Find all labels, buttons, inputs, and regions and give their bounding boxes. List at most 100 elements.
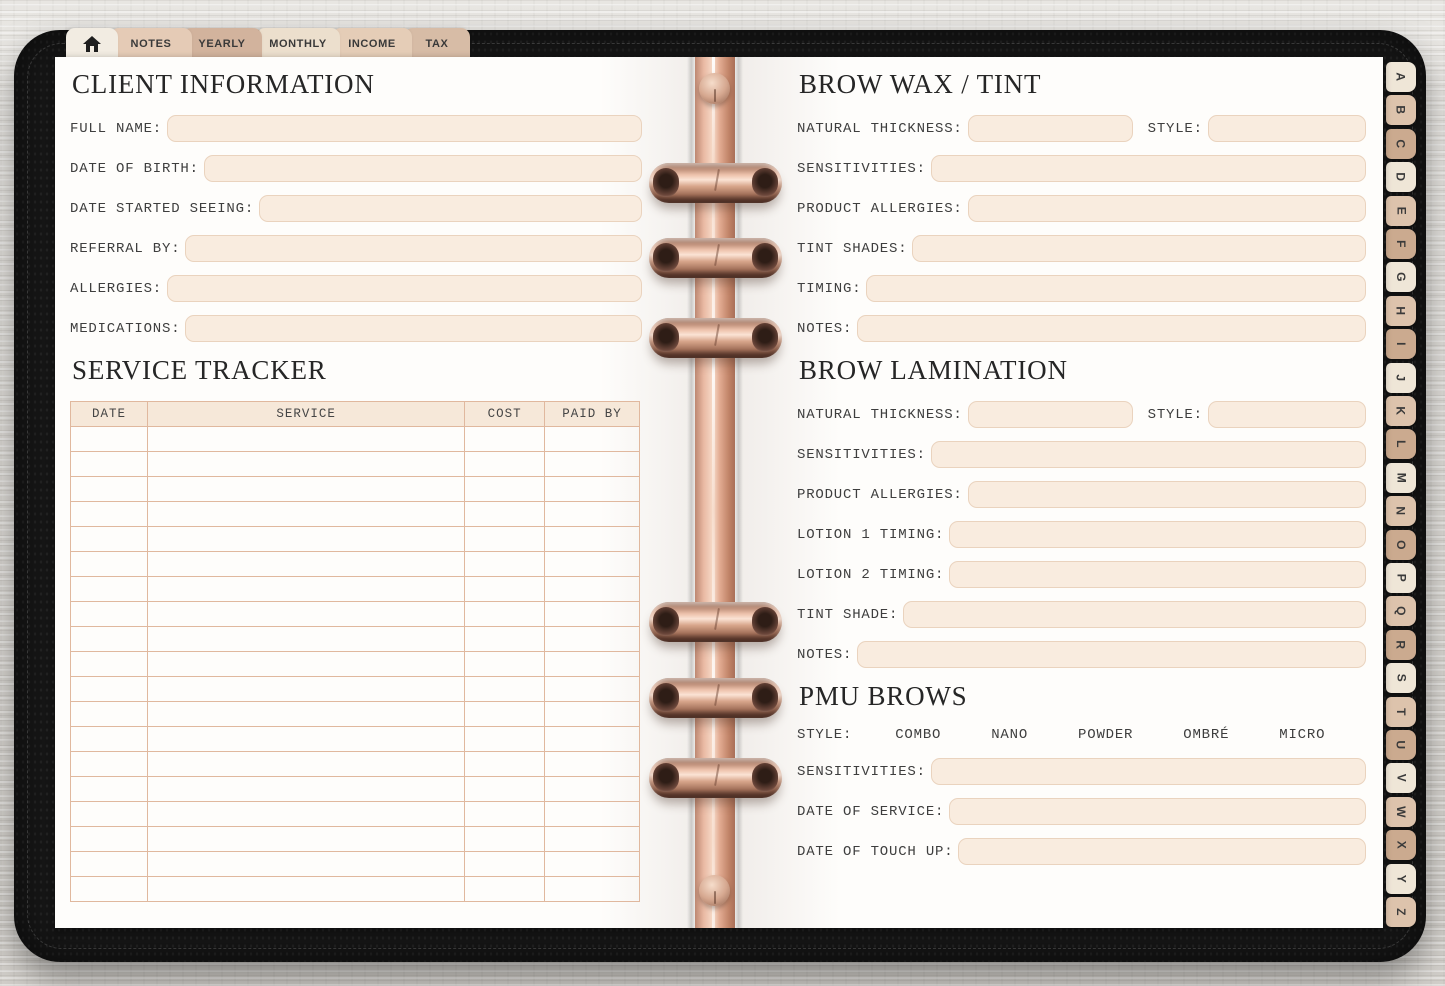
service-cell-service[interactable] (146, 426, 466, 453)
service-cell-paid-by[interactable] (544, 476, 640, 503)
allergies-input[interactable] (167, 275, 642, 303)
alpha-tab-m[interactable]: M (1386, 462, 1416, 493)
medications-input[interactable] (185, 315, 642, 343)
service-cell-service[interactable] (146, 451, 466, 478)
alpha-tab-n[interactable]: N (1386, 496, 1416, 527)
service-cell-cost[interactable] (464, 876, 546, 903)
service-cell-service[interactable] (146, 526, 466, 553)
service-cell-date[interactable] (70, 651, 148, 678)
service-cell-paid-by[interactable] (544, 826, 640, 853)
service-cell-cost[interactable] (464, 426, 546, 453)
notes-input[interactable] (857, 315, 1366, 343)
alpha-tab-s[interactable]: S (1386, 663, 1416, 694)
pmu-style-option-nano[interactable]: NANO (991, 727, 1028, 743)
service-cell-date[interactable] (70, 826, 148, 853)
service-cell-date[interactable] (70, 501, 148, 528)
service-cell-cost[interactable] (464, 501, 546, 528)
service-cell-service[interactable] (146, 776, 466, 803)
product-allergies-input[interactable] (967, 481, 1366, 509)
service-cell-date[interactable] (70, 851, 148, 878)
service-cell-service[interactable] (146, 626, 466, 653)
alpha-tab-k[interactable]: K (1386, 396, 1416, 426)
service-cell-cost[interactable] (464, 451, 546, 478)
service-cell-paid-by[interactable] (544, 676, 640, 703)
service-cell-service[interactable] (146, 501, 466, 528)
date-of-birth-input[interactable] (203, 155, 642, 183)
service-cell-cost[interactable] (464, 701, 546, 728)
alpha-tab-b[interactable]: B (1386, 95, 1416, 126)
service-cell-service[interactable] (146, 651, 466, 678)
referral-by-input[interactable] (185, 235, 642, 263)
style-input[interactable] (1207, 115, 1366, 143)
service-cell-service[interactable] (146, 676, 466, 703)
alpha-tab-o[interactable]: O (1386, 529, 1416, 560)
service-cell-date[interactable] (70, 751, 148, 778)
service-cell-cost[interactable] (464, 551, 546, 578)
service-cell-paid-by[interactable] (544, 726, 640, 753)
service-cell-paid-by[interactable] (544, 601, 640, 628)
alpha-tab-r[interactable]: R (1386, 629, 1416, 660)
service-cell-date[interactable] (70, 426, 148, 453)
service-cell-cost[interactable] (464, 851, 546, 878)
alpha-tab-q[interactable]: Q (1386, 596, 1416, 627)
lotion-1-timing-input[interactable] (949, 521, 1366, 549)
service-cell-cost[interactable] (464, 601, 546, 628)
alpha-tab-l[interactable]: L (1386, 429, 1416, 460)
service-cell-cost[interactable] (464, 726, 546, 753)
sensitivities-input[interactable] (930, 441, 1366, 469)
pmu-style-option-powder[interactable]: POWDER (1078, 727, 1133, 743)
service-cell-date[interactable] (70, 776, 148, 803)
alpha-tab-h[interactable]: H (1386, 295, 1416, 326)
service-cell-paid-by[interactable] (544, 576, 640, 603)
service-cell-paid-by[interactable] (544, 626, 640, 653)
pmu-style-option-micro[interactable]: MICRO (1279, 727, 1325, 743)
service-cell-service[interactable] (146, 801, 466, 828)
service-cell-paid-by[interactable] (544, 776, 640, 803)
service-cell-date[interactable] (70, 526, 148, 553)
tab-tax[interactable]: TAX (404, 28, 470, 60)
service-cell-date[interactable] (70, 626, 148, 653)
service-cell-date[interactable] (70, 876, 148, 903)
natural-thickness-input[interactable] (967, 115, 1133, 143)
full-name-input[interactable] (167, 115, 642, 143)
service-cell-paid-by[interactable] (544, 501, 640, 528)
alpha-tab-x[interactable]: X (1386, 830, 1416, 861)
alpha-tab-y[interactable]: Y (1386, 863, 1416, 894)
tint-shade-input[interactable] (903, 601, 1366, 629)
style-input[interactable] (1207, 401, 1366, 429)
service-cell-cost[interactable] (464, 651, 546, 678)
service-cell-cost[interactable] (464, 476, 546, 503)
sensitivities-input[interactable] (930, 155, 1366, 183)
date-of-touch-up-input[interactable] (958, 838, 1366, 866)
timing-input[interactable] (866, 275, 1366, 303)
service-cell-paid-by[interactable] (544, 651, 640, 678)
service-cell-service[interactable] (146, 751, 466, 778)
product-allergies-input[interactable] (967, 195, 1366, 223)
alpha-tab-g[interactable]: G (1386, 262, 1416, 293)
alpha-tab-f[interactable]: F (1386, 229, 1416, 259)
service-cell-service[interactable] (146, 726, 466, 753)
service-cell-date[interactable] (70, 551, 148, 578)
sensitivities-input[interactable] (930, 758, 1366, 786)
service-cell-paid-by[interactable] (544, 701, 640, 728)
service-cell-cost[interactable] (464, 576, 546, 603)
alpha-tab-j[interactable]: J (1386, 362, 1416, 393)
service-cell-service[interactable] (146, 551, 466, 578)
service-cell-date[interactable] (70, 726, 148, 753)
tab-monthly[interactable]: MONTHLY (256, 28, 340, 60)
tab-home[interactable] (66, 28, 118, 60)
service-cell-paid-by[interactable] (544, 801, 640, 828)
service-cell-date[interactable] (70, 701, 148, 728)
service-cell-paid-by[interactable] (544, 451, 640, 478)
service-cell-paid-by[interactable] (544, 851, 640, 878)
service-cell-paid-by[interactable] (544, 526, 640, 553)
service-cell-date[interactable] (70, 451, 148, 478)
alpha-tab-v[interactable]: V (1386, 763, 1416, 794)
alpha-tab-c[interactable]: C (1386, 128, 1416, 159)
service-cell-service[interactable] (146, 826, 466, 853)
service-cell-paid-by[interactable] (544, 751, 640, 778)
natural-thickness-input[interactable] (967, 401, 1133, 429)
service-cell-cost[interactable] (464, 801, 546, 828)
notes-input[interactable] (857, 641, 1366, 669)
alpha-tab-w[interactable]: W (1386, 796, 1416, 827)
